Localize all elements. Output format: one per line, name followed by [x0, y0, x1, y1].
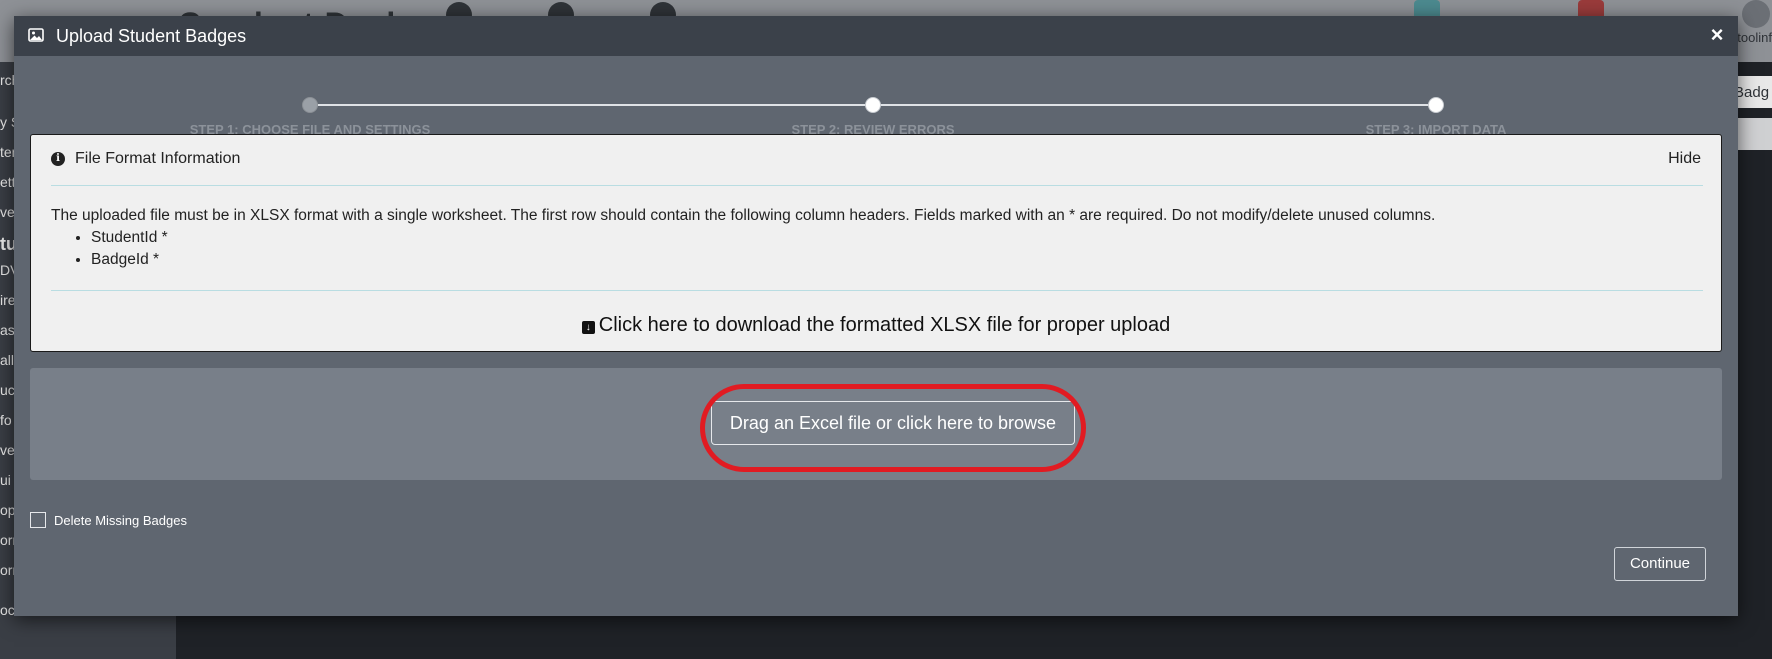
continue-button[interactable]: Continue	[1614, 547, 1706, 581]
sidebar-item[interactable]: uc	[0, 382, 15, 398]
sidebar-item[interactable]: ui	[0, 472, 11, 488]
upload-stepper: STEP 1: CHOOSE FILE AND SETTINGS STEP 2:…	[14, 56, 1738, 142]
delete-missing-label[interactable]: Delete Missing Badges	[54, 513, 187, 528]
sidebar-item[interactable]: ve	[0, 204, 15, 220]
info-panel-title: File Format Information	[75, 150, 241, 167]
step-2-dot	[865, 97, 881, 113]
step-connector	[873, 104, 1436, 106]
close-icon[interactable]: ×	[1706, 24, 1728, 46]
step-connector	[310, 104, 873, 106]
delete-missing-checkbox[interactable]	[30, 512, 46, 528]
modal-title: Upload Student Badges	[56, 25, 247, 46]
upload-badges-modal: Upload Student Badges × STEP 1: CHOOSE F…	[14, 16, 1738, 616]
sidebar-item[interactable]: fo	[0, 412, 12, 428]
download-template-link[interactable]: ↓ Click here to download the formatted XL…	[31, 314, 1721, 337]
file-dropzone[interactable]: Drag an Excel file or click here to brow…	[30, 368, 1722, 480]
step-1-dot	[302, 97, 318, 113]
modal-header: Upload Student Badges ×	[14, 16, 1738, 56]
sidebar-item[interactable]: ve	[0, 442, 15, 458]
divider	[51, 290, 1703, 291]
download-template-label: Click here to download the formatted XLS…	[598, 314, 1171, 336]
file-format-info-panel: i File Format Information Hide The uploa…	[30, 134, 1722, 352]
column-item-badgeid: BadgeId *	[91, 249, 1703, 271]
browse-file-button[interactable]: Drag an Excel file or click here to brow…	[711, 401, 1075, 445]
delete-missing-option: Delete Missing Badges	[30, 510, 187, 530]
format-description: The uploaded file must be in XLSX format…	[51, 207, 1436, 224]
download-icon: ↓	[581, 321, 595, 334]
image-icon	[28, 27, 46, 45]
required-columns-list: StudentId * BadgeId *	[91, 227, 1703, 271]
step-3-dot	[1428, 97, 1444, 113]
user-avatar[interactable]	[1742, 0, 1770, 28]
divider	[51, 185, 1703, 186]
user-name: toolinf	[1737, 30, 1772, 45]
info-panel-header: i File Format Information Hide	[31, 135, 1721, 185]
info-icon: i	[51, 152, 65, 166]
hide-info-link[interactable]: Hide	[1668, 150, 1701, 168]
sidebar-item[interactable]: all	[0, 352, 14, 368]
column-item-studentid: StudentId *	[91, 227, 1703, 249]
info-panel-body: The uploaded file must be in XLSX format…	[51, 205, 1703, 271]
